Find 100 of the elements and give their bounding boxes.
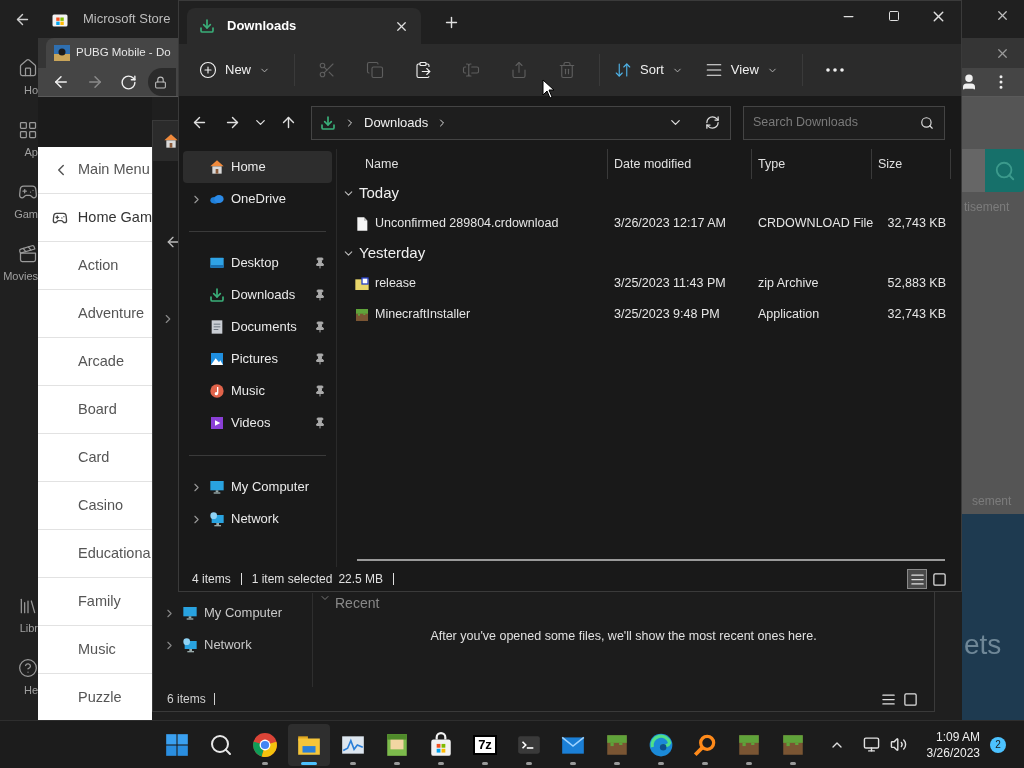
search-icon (920, 115, 934, 130)
download-icon (209, 287, 225, 303)
network-icon (209, 511, 225, 527)
nav-label[interactable]: Libr (19, 620, 38, 637)
column-header[interactable]: Type (758, 154, 786, 174)
group-header[interactable]: Today (337, 179, 961, 208)
download-icon (199, 18, 215, 34)
taskbar-button[interactable] (288, 723, 330, 766)
clock-date[interactable]: 3/26/2023 (926, 744, 980, 761)
group-header[interactable]: Yesterday (337, 239, 961, 268)
shopping-bag-icon (428, 731, 454, 758)
sidebar-item[interactable]: Network (183, 503, 332, 535)
network-icon (182, 637, 198, 653)
explorer-tab[interactable]: Downloads (187, 8, 421, 44)
table-cell-text: 52,883 KB (887, 275, 946, 293)
file-name[interactable]: Unconfirmed 289804.crdownload (375, 214, 559, 233)
sidebar-item[interactable]: Home (183, 151, 332, 183)
sidebar-item[interactable]: OneDrive (183, 183, 332, 215)
nav-label[interactable]: Ho (23, 82, 38, 99)
computer-icon (182, 605, 198, 621)
windows-logo-icon (164, 731, 190, 758)
lock-icon (154, 75, 167, 89)
sidebar-item[interactable]: Videos (183, 407, 332, 439)
new-tab-icon[interactable] (443, 14, 460, 31)
tab-title: PUBG Mobile - Do (76, 45, 171, 61)
volume-icon[interactable] (889, 736, 907, 753)
close-icon[interactable] (995, 8, 1010, 23)
table-cell: Application (758, 307, 820, 322)
banner-text: ets (963, 628, 1003, 662)
back-arrow-icon[interactable] (191, 114, 208, 131)
status-text: 1 item selected (251, 571, 333, 588)
computer-icon (209, 479, 225, 495)
page-search-field[interactable] (962, 149, 985, 192)
sidebar-item[interactable]: Network (153, 629, 312, 661)
file-name[interactable]: release (375, 274, 416, 293)
mouse-pointer-icon (542, 79, 555, 99)
swirl-browser-icon (648, 731, 674, 758)
taskbar-button[interactable]: 7z (464, 723, 506, 766)
document-icon (209, 319, 225, 335)
network-icon[interactable] (862, 736, 880, 753)
maximize-icon[interactable] (887, 10, 900, 22)
notification-badge[interactable]: 2 (990, 736, 1006, 753)
tiles-view-icon (902, 691, 918, 707)
status-text: 22.5 MB (338, 571, 384, 588)
sidebar-item[interactable]: Documents (183, 311, 332, 343)
horizontal-scrollbar[interactable] (357, 559, 945, 561)
home-icon (18, 58, 38, 78)
picture-icon (209, 351, 225, 367)
sidebar-item[interactable]: My Computer (183, 471, 332, 503)
file-name[interactable]: MinecraftInstaller (375, 305, 471, 324)
table-cell: CRDOWNLOAD File (758, 216, 874, 231)
table-cell: 3/25/2023 11:43 PM (614, 276, 726, 291)
nav-label[interactable]: Movies (3, 268, 38, 285)
library-icon (18, 596, 38, 616)
house-icon (209, 159, 225, 175)
toolbar-button[interactable]: Sort (608, 53, 689, 87)
up-arrow-icon[interactable] (280, 114, 297, 131)
details-view-icon (880, 691, 896, 707)
sidebar-item[interactable]: Pictures (183, 343, 332, 375)
download-icon (320, 114, 336, 131)
profile-icon[interactable] (960, 73, 978, 91)
blocky-character-icon (384, 731, 410, 758)
reload-icon[interactable] (120, 73, 137, 91)
table-cell: 3/25/2023 9:48 PM (614, 307, 720, 322)
details-view-button[interactable] (907, 569, 927, 589)
search-field[interactable]: Search Downloads (743, 105, 945, 140)
address-field[interactable] (148, 68, 176, 96)
column-header[interactable]: Name (365, 154, 399, 174)
address-bar[interactable]: Downloads (311, 105, 731, 140)
sidebar-item[interactable]: My Computer (153, 597, 312, 629)
search-icon (993, 159, 1016, 182)
forward-arrow-icon[interactable] (224, 114, 241, 131)
clapperboard-icon (18, 244, 38, 264)
grid-icon (18, 120, 38, 140)
table-cell: 3/26/2023 12:17 AM (614, 216, 726, 231)
file-icon (354, 215, 370, 232)
video-icon (209, 415, 225, 431)
nav-label[interactable]: Ap (24, 144, 38, 161)
sidebar-item[interactable]: Music (183, 375, 332, 407)
details-view-icon (909, 571, 925, 587)
desktop-icon (209, 255, 225, 271)
app-title: Microsoft Store (83, 10, 171, 29)
sidebar-item[interactable]: Downloads (183, 279, 332, 311)
sidebar-item[interactable]: Desktop (183, 247, 332, 279)
tiles-view-icon (931, 571, 947, 587)
column-header[interactable]: Date modified (614, 154, 692, 174)
clock-time[interactable]: 1:09 AM (935, 728, 980, 745)
nav-label[interactable]: He (23, 682, 38, 699)
music-note-icon (209, 383, 225, 399)
nav-label[interactable]: Gam (14, 206, 38, 223)
empty-message: After you've opened some files, we'll show the most recent ones here. (430, 627, 817, 645)
toolbar-button[interactable]: View (698, 53, 784, 87)
breadcrumb[interactable]: Downloads (364, 112, 429, 133)
help-icon (18, 658, 38, 678)
game-favicon-icon (54, 45, 70, 61)
toolbar-button[interactable]: New (193, 53, 276, 87)
refresh-icon[interactable] (705, 115, 720, 130)
column-header[interactable]: Size (878, 154, 903, 174)
browser-tab[interactable]: PUBG Mobile - Do (46, 38, 178, 68)
archive-icon (354, 275, 370, 292)
